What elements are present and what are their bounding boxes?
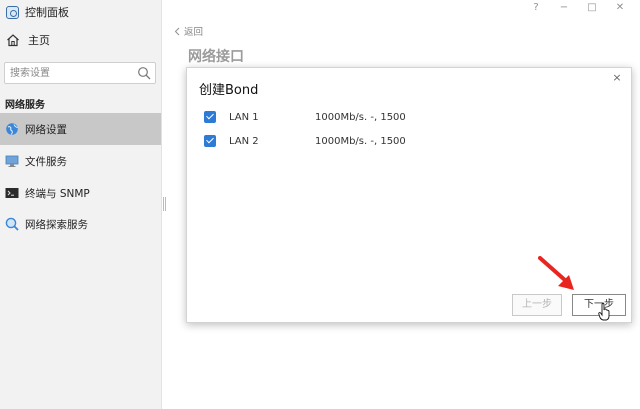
sidebar-item-network-discovery[interactable]: 网络探索服务 — [0, 208, 161, 240]
sidebar-item-label: 文件服务 — [25, 155, 67, 168]
sidebar-item-network-settings[interactable]: 网络设置 — [0, 113, 161, 145]
dialog-title: 创建Bond — [199, 83, 259, 98]
monitor-icon — [5, 155, 19, 167]
magnifier-icon — [5, 217, 19, 231]
globe-icon — [6, 123, 18, 135]
app-title: 控制面板 — [6, 4, 69, 20]
app-title-label: 控制面板 — [25, 6, 69, 19]
interface-row-lan1: LAN 1 1000Mb/s. -, 1500 — [204, 109, 406, 125]
sidebar-item-home[interactable]: 主页 — [6, 31, 50, 49]
interface-name: LAN 2 — [229, 135, 259, 147]
sidebar-item-label: 网络设置 — [25, 123, 67, 136]
section-title-network-services: 网络服务 — [5, 100, 45, 111]
lan1-checkbox[interactable] — [204, 111, 216, 123]
hand-cursor-icon — [598, 303, 610, 321]
search-input[interactable] — [5, 63, 129, 83]
annotation-arrow-icon — [538, 256, 574, 290]
lan2-checkbox[interactable] — [204, 135, 216, 147]
interface-info: 1000Mb/s. -, 1500 — [315, 135, 406, 147]
terminal-icon — [5, 188, 19, 198]
interface-name: LAN 1 — [229, 111, 259, 123]
home-icon — [7, 34, 19, 47]
search-icon[interactable] — [137, 66, 151, 80]
interface-row-lan2: LAN 2 1000Mb/s. -, 1500 — [204, 133, 406, 149]
sidebar-item-terminal-snmp[interactable]: 终端与 SNMP — [0, 177, 161, 209]
sidebar-item-label: 网络探索服务 — [25, 218, 88, 231]
interface-info: 1000Mb/s. -, 1500 — [315, 111, 406, 123]
search-box — [4, 62, 156, 84]
home-label: 主页 — [28, 34, 50, 47]
previous-step-button[interactable]: 上一步 — [512, 294, 562, 316]
control-panel-icon — [6, 5, 19, 19]
sidebar: 控制面板 主页 网络服务 网络设置 文件服务 — [0, 0, 162, 409]
dialog-close-button[interactable]: × — [611, 72, 623, 84]
sidebar-item-label: 终端与 SNMP — [25, 187, 90, 200]
sidebar-item-file-services[interactable]: 文件服务 — [0, 145, 161, 177]
